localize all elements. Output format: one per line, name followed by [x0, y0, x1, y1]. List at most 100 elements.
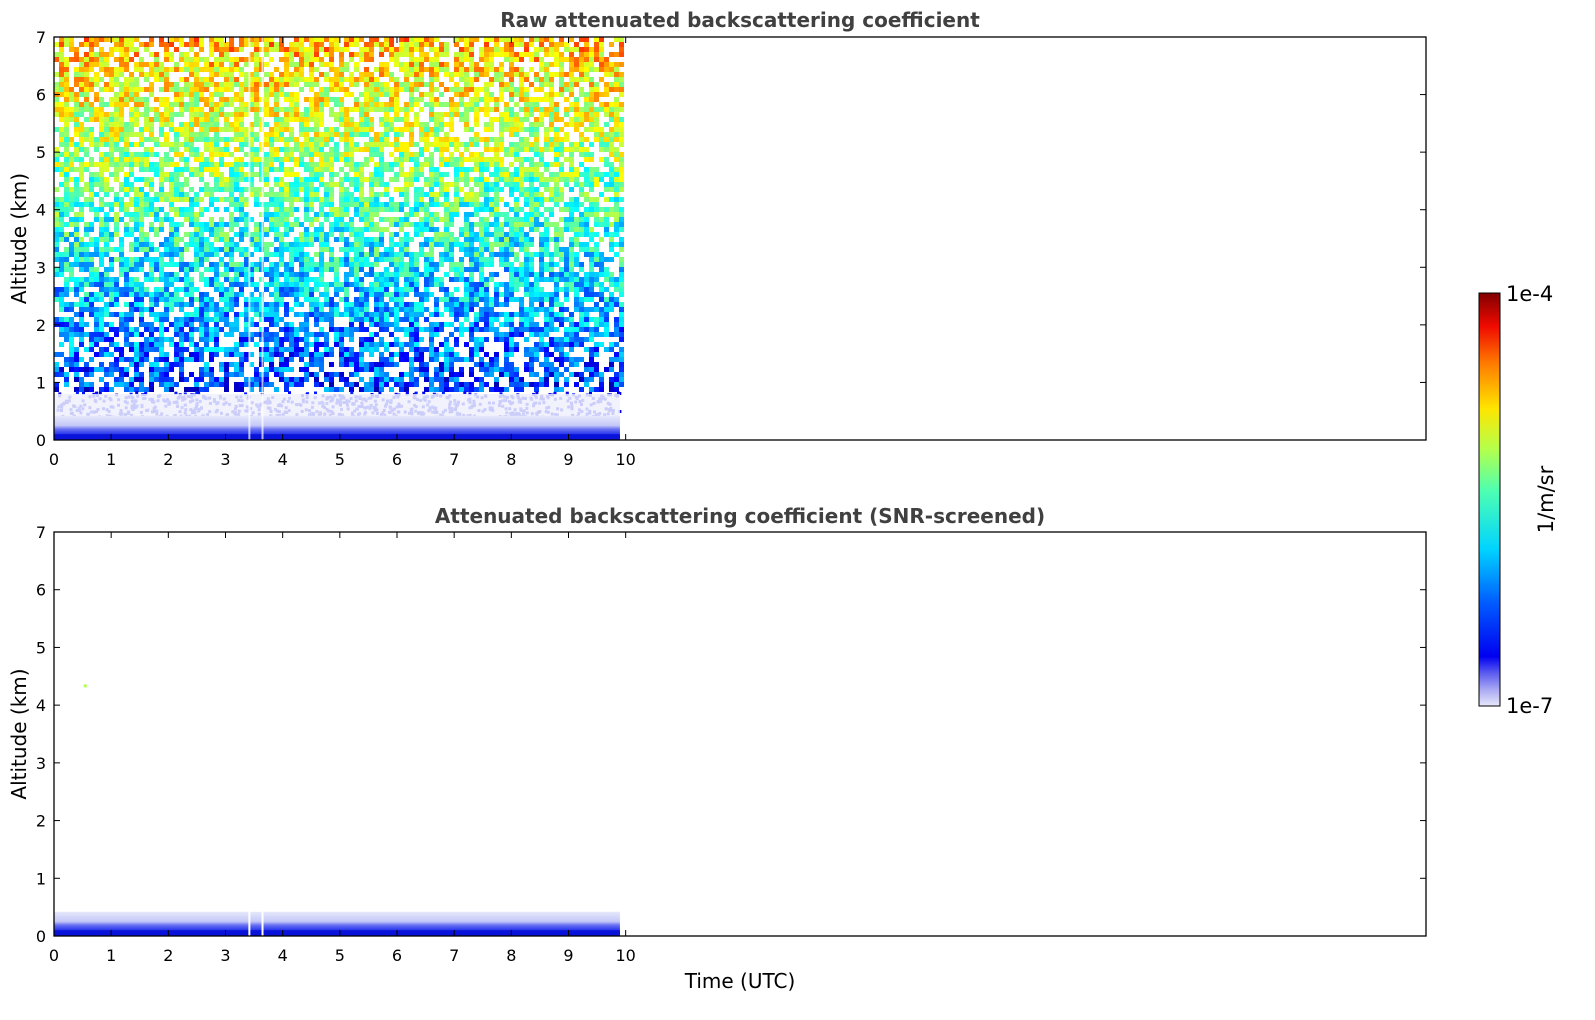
backscatter-cell — [589, 197, 594, 202]
backscatter-cell — [429, 267, 434, 272]
backscatter-cell — [564, 307, 569, 312]
backscatter-cell — [239, 122, 244, 127]
backscatter-cell — [104, 292, 109, 297]
backscatter-cell — [339, 137, 344, 142]
backscatter-cell — [284, 212, 289, 217]
backscatter-cell — [374, 312, 379, 317]
backscatter-cell — [59, 162, 64, 167]
backscatter-cell — [574, 252, 579, 257]
backscatter-cell — [224, 162, 229, 167]
backscatter-cell — [469, 302, 474, 307]
backscatter-cell — [544, 292, 549, 297]
backscatter-cell — [334, 292, 339, 297]
backscatter-cell — [459, 297, 464, 302]
backscatter-cell — [344, 222, 349, 227]
backscatter-cell — [524, 277, 529, 282]
backscatter-cell — [199, 277, 204, 282]
backscatter-cell — [454, 182, 459, 187]
backscatter-cell — [589, 142, 594, 147]
backscatter-cell — [309, 172, 314, 177]
backscatter-cell — [554, 227, 559, 232]
backscatter-cell — [329, 267, 334, 272]
backscatter-cell — [334, 287, 339, 292]
backscatter-cell — [619, 242, 624, 247]
backscatter-cell — [244, 87, 249, 92]
backscatter-cell — [154, 287, 159, 292]
backscatter-cell — [149, 162, 154, 167]
backscatter-cell — [444, 162, 449, 167]
backscatter-cell — [509, 142, 514, 147]
backscatter-cell — [134, 257, 139, 262]
backscatter-cell — [264, 182, 269, 187]
backscatter-cell — [319, 232, 324, 237]
backscatter-cell — [264, 327, 269, 332]
backscatter-cell — [379, 252, 384, 257]
backscatter-cell — [304, 217, 309, 222]
backscatter-cell — [354, 162, 359, 167]
backscatter-cell — [574, 282, 579, 287]
backscatter-cell — [144, 322, 149, 327]
backscatter-cell — [524, 72, 529, 77]
backscatter-cell — [619, 227, 624, 232]
backscatter-cell — [414, 262, 419, 267]
backscatter-cell — [279, 222, 284, 227]
backscatter-cell — [59, 52, 64, 57]
backscatter-cell — [569, 227, 574, 232]
backscatter-cell — [124, 147, 129, 152]
backscatter-cell — [99, 252, 104, 257]
backscatter-cell — [619, 122, 624, 127]
backscatter-cell — [619, 187, 624, 192]
backscatter-cell — [309, 112, 314, 117]
backscatter-cell — [334, 127, 339, 132]
backscatter-cell — [429, 332, 434, 337]
backscatter-cell — [119, 92, 124, 97]
backscatter-cell — [604, 122, 609, 127]
backscatter-cell — [94, 317, 99, 322]
backscatter-cell — [514, 167, 519, 172]
backscatter-cell — [309, 102, 314, 107]
backscatter-cell — [494, 192, 499, 197]
backscatter-cell — [179, 287, 184, 292]
backscatter-cell — [164, 237, 169, 242]
backscatter-cell — [594, 232, 599, 237]
backscatter-cell — [579, 232, 584, 237]
backscatter-cell — [274, 112, 279, 117]
backscatter-cell — [99, 142, 104, 147]
backscatter-cell — [584, 177, 589, 182]
backscatter-cell — [534, 292, 539, 297]
backscatter-cell — [194, 227, 199, 232]
backscatter-cell — [264, 202, 269, 207]
backscatter-cell — [434, 177, 439, 182]
backscatter-cell — [584, 117, 589, 122]
backscatter-cell — [279, 202, 284, 207]
backscatter-cell — [489, 92, 494, 97]
backscatter-cell — [369, 287, 374, 292]
backscatter-cell — [509, 297, 514, 302]
backscatter-cell — [69, 242, 74, 247]
backscatter-cell — [569, 247, 574, 252]
backscatter-cell — [469, 252, 474, 257]
backscatter-cell — [474, 312, 479, 317]
backscatter-cell — [94, 92, 99, 97]
backscatter-cell — [594, 177, 599, 182]
backscatter-cell — [484, 147, 489, 152]
backscatter-cell — [349, 57, 354, 62]
backscatter-cell — [294, 252, 299, 257]
backscatter-cell — [454, 212, 459, 217]
backscatter-cell — [464, 172, 469, 177]
backscatter-cell — [164, 252, 169, 257]
backscatter-cell — [439, 137, 444, 142]
backscatter-cell — [119, 257, 124, 262]
backscatter-cell — [364, 92, 369, 97]
backscatter-cell — [349, 127, 354, 132]
backscatter-cell — [539, 257, 544, 262]
backscatter-cell — [114, 217, 119, 222]
backscatter-cell — [379, 67, 384, 72]
backscatter-cell — [409, 42, 414, 47]
backscatter-cell — [219, 107, 224, 112]
backscatter-cell — [84, 252, 89, 257]
backscatter-cell — [409, 37, 414, 42]
backscatter-cell — [324, 312, 329, 317]
backscatter-cell — [364, 222, 369, 227]
backscatter-cell — [489, 127, 494, 132]
